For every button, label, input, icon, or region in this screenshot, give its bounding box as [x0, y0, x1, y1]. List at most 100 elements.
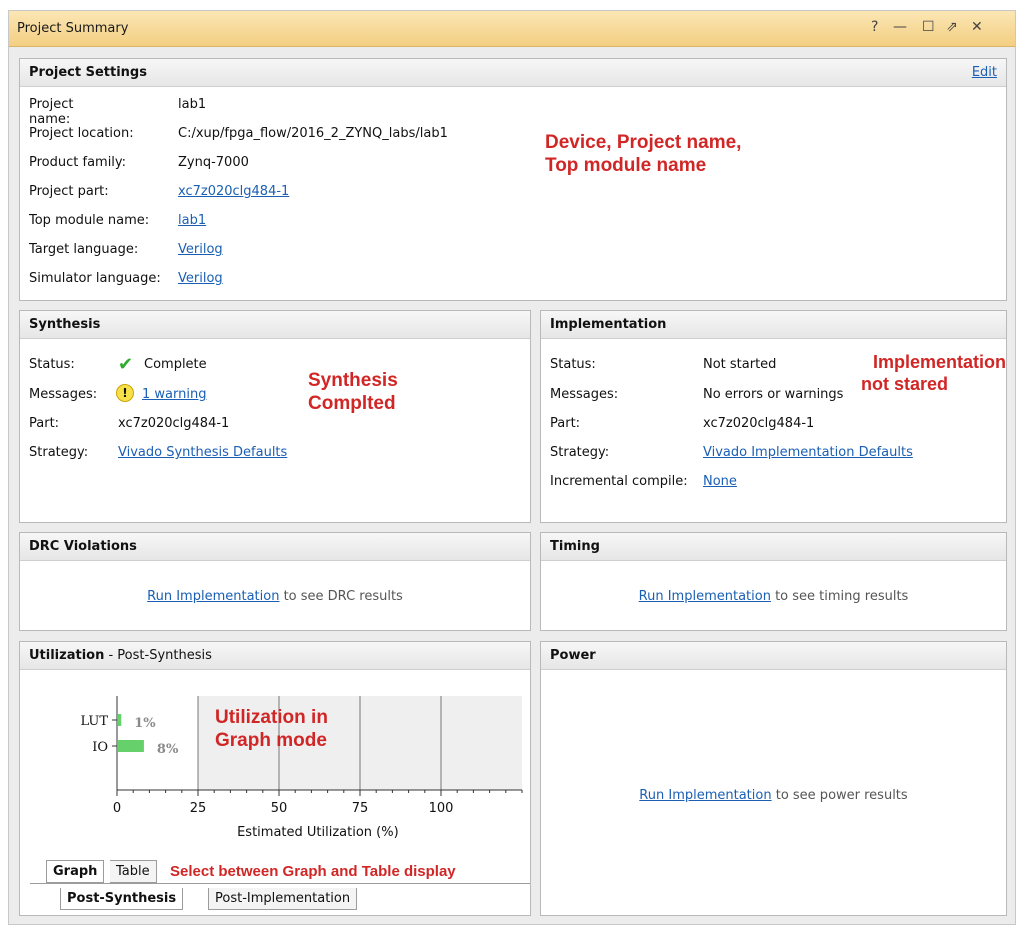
field-label: Status: [550, 357, 596, 372]
y-tick-label: LUT [80, 714, 108, 729]
panel-header: Timing [541, 533, 1006, 561]
project-settings-panel: Project Settings Edit Project name: lab1… [19, 58, 1007, 301]
panel-title: Timing [550, 539, 600, 554]
timing-message-text: to see timing results [770, 589, 909, 604]
window-titlebar[interactable]: Project Summary ? — ☐ ⇗ ✕ [9, 11, 1015, 47]
power-message-text: to see power results [771, 788, 908, 803]
annotation-line: Device, Project name, [545, 132, 742, 153]
table-tab[interactable]: Table [110, 860, 157, 883]
bar [118, 740, 144, 752]
data-label: 8% [157, 742, 179, 757]
field-label: Messages: [550, 387, 619, 402]
bar [118, 714, 122, 726]
x-tick-label: 50 [271, 801, 288, 816]
graph-tab[interactable]: Graph [46, 860, 105, 883]
implementation-strategy-link[interactable]: Vivado Implementation Defaults [703, 445, 913, 460]
field-label: Strategy: [550, 445, 610, 460]
x-tick-label: 100 [429, 801, 454, 816]
panel-header: Power [541, 642, 1006, 670]
timing-panel: Timing Run Implementation to see timing … [540, 532, 1007, 631]
field-label: Project name: [29, 97, 74, 127]
run-implementation-link[interactable]: Run Implementation [639, 788, 771, 803]
annotation-line: Implementation [872, 352, 1006, 372]
synthesis-panel: Synthesis Status: ✔ Complete Messages: !… [19, 310, 531, 523]
timing-message: Run Implementation to see timing results [541, 589, 1006, 604]
annotation-synthesis: Synthesis Complted [308, 369, 398, 415]
tab-post-synthesis[interactable]: Post-Synthesis [60, 888, 184, 910]
x-tick-label: 25 [190, 801, 207, 816]
field-label: Messages: [29, 387, 98, 402]
annotation-line: Graph mode [215, 730, 327, 751]
field-label: Status: [29, 357, 75, 372]
panel-header: Project Settings Edit [20, 59, 1006, 87]
warning-icon: ! [116, 384, 134, 402]
close-icon[interactable]: ✕ [971, 19, 983, 35]
annotation-line: Top module name [545, 155, 707, 176]
field-label: Top module name: [29, 213, 150, 228]
project-summary-window: Project Summary ? — ☐ ⇗ ✕ Project Settin… [8, 10, 1016, 925]
power-message: Run Implementation to see power results [541, 788, 1006, 803]
implementation-status: Not started [703, 357, 777, 372]
annotation-line: Synthesis [308, 370, 398, 391]
x-tick-label: 0 [113, 801, 121, 816]
target-language-link[interactable]: Verilog [178, 242, 223, 257]
float-icon[interactable]: ⇗ [946, 19, 958, 35]
run-implementation-link[interactable]: Run Implementation [147, 589, 279, 604]
panel-header: Utilization - Post-Synthesis [20, 642, 530, 670]
field-label: Part: [29, 416, 60, 431]
implementation-panel: Implementation Status: Not started Messa… [540, 310, 1007, 523]
panel-header: Implementation [541, 311, 1006, 339]
project-part-link[interactable]: xc7z020clg484-1 [178, 184, 289, 199]
warning-link[interactable]: 1 warning [142, 387, 206, 402]
field-label: Simulator language: [29, 271, 161, 286]
synthesis-strategy-link[interactable]: Vivado Synthesis Defaults [118, 445, 287, 460]
x-tick-label: 75 [352, 801, 369, 816]
field-label: Project part: [29, 184, 109, 199]
implementation-messages: No errors or warnings [703, 387, 844, 402]
top-module-link[interactable]: lab1 [178, 213, 206, 228]
utilization-panel: Utilization - Post-Synthesis 0 25 50 75 100 E… [19, 641, 531, 916]
annotation-settings: Device, Project name, Top module name [545, 131, 741, 177]
annotation-line: Utilization in [215, 707, 328, 728]
y-tick-label: IO [92, 740, 108, 755]
field-label: Part: [550, 416, 581, 431]
panel-title: Implementation [550, 317, 667, 332]
minimize-icon[interactable]: — [893, 19, 907, 35]
field-value: C:/xup/fpga_flow/2016_2_ZYNQ_labs/lab1 [178, 126, 448, 141]
field-label: Project location: [29, 126, 134, 141]
annotation-implementation: Implementation not stared [861, 351, 1006, 395]
field-label: Target language: [29, 242, 139, 257]
x-axis-label: Estimated Utilization (%) [237, 825, 399, 840]
panel-title: Power [550, 648, 596, 663]
check-icon: ✔ [118, 354, 134, 375]
window-title: Project Summary [17, 21, 129, 36]
maximize-icon[interactable]: ☐ [922, 19, 935, 35]
synthesis-part: xc7z020clg484-1 [118, 416, 230, 431]
annotation-utilization: Utilization in Graph mode [215, 706, 328, 752]
tab-post-implementation[interactable]: Post-Implementation [208, 888, 358, 910]
incremental-compile-link[interactable]: None [703, 474, 737, 489]
field-label: Product family: [29, 155, 127, 170]
simulator-language-link[interactable]: Verilog [178, 271, 223, 286]
drc-message-text: to see DRC results [279, 589, 403, 604]
panel-header: DRC Violations [20, 533, 530, 561]
power-panel: Power Run Implementation to see power re… [540, 641, 1007, 916]
annotation-view-select: Select between Graph and Table display [170, 863, 456, 880]
field-label: Strategy: [29, 445, 89, 460]
panel-title: Synthesis [29, 317, 101, 332]
utilization-chart: 0 25 50 75 100 Estimated Utilization (%) LUT 1%… [80, 696, 523, 840]
field-value: lab1 [178, 97, 207, 112]
edit-link[interactable]: Edit [972, 65, 997, 80]
drc-message: Run Implementation to see DRC results [20, 589, 530, 604]
synthesis-status: Complete [144, 357, 207, 372]
field-value: Zynq-7000 [178, 155, 249, 170]
annotation-line: not stared [861, 374, 949, 394]
panel-title: Project Settings [29, 65, 147, 80]
panel-subtitle: - Post-Synthesis [104, 648, 212, 663]
panel-title: DRC Violations [29, 539, 137, 554]
run-implementation-link[interactable]: Run Implementation [639, 589, 771, 604]
drc-panel: DRC Violations Run Implementation to see… [19, 532, 531, 631]
help-icon[interactable]: ? [871, 19, 878, 35]
implementation-part: xc7z020clg484-1 [703, 416, 815, 431]
annotation-line: Complted [308, 393, 396, 414]
